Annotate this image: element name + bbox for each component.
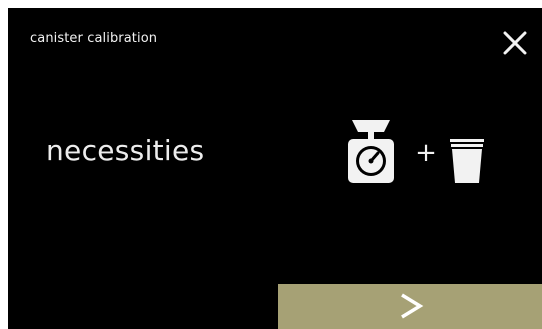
page-title: canister calibration xyxy=(30,31,158,46)
scale-icon xyxy=(346,115,396,185)
necessities-heading: necessities xyxy=(46,134,205,167)
close-icon xyxy=(503,31,527,55)
calibration-screen: canister calibration necessities + xyxy=(8,8,542,329)
cup-icon xyxy=(449,138,485,184)
plus-sign: + xyxy=(415,138,437,168)
next-button[interactable] xyxy=(278,284,542,329)
close-button[interactable] xyxy=(500,28,530,58)
chevron-right-icon xyxy=(401,293,424,319)
